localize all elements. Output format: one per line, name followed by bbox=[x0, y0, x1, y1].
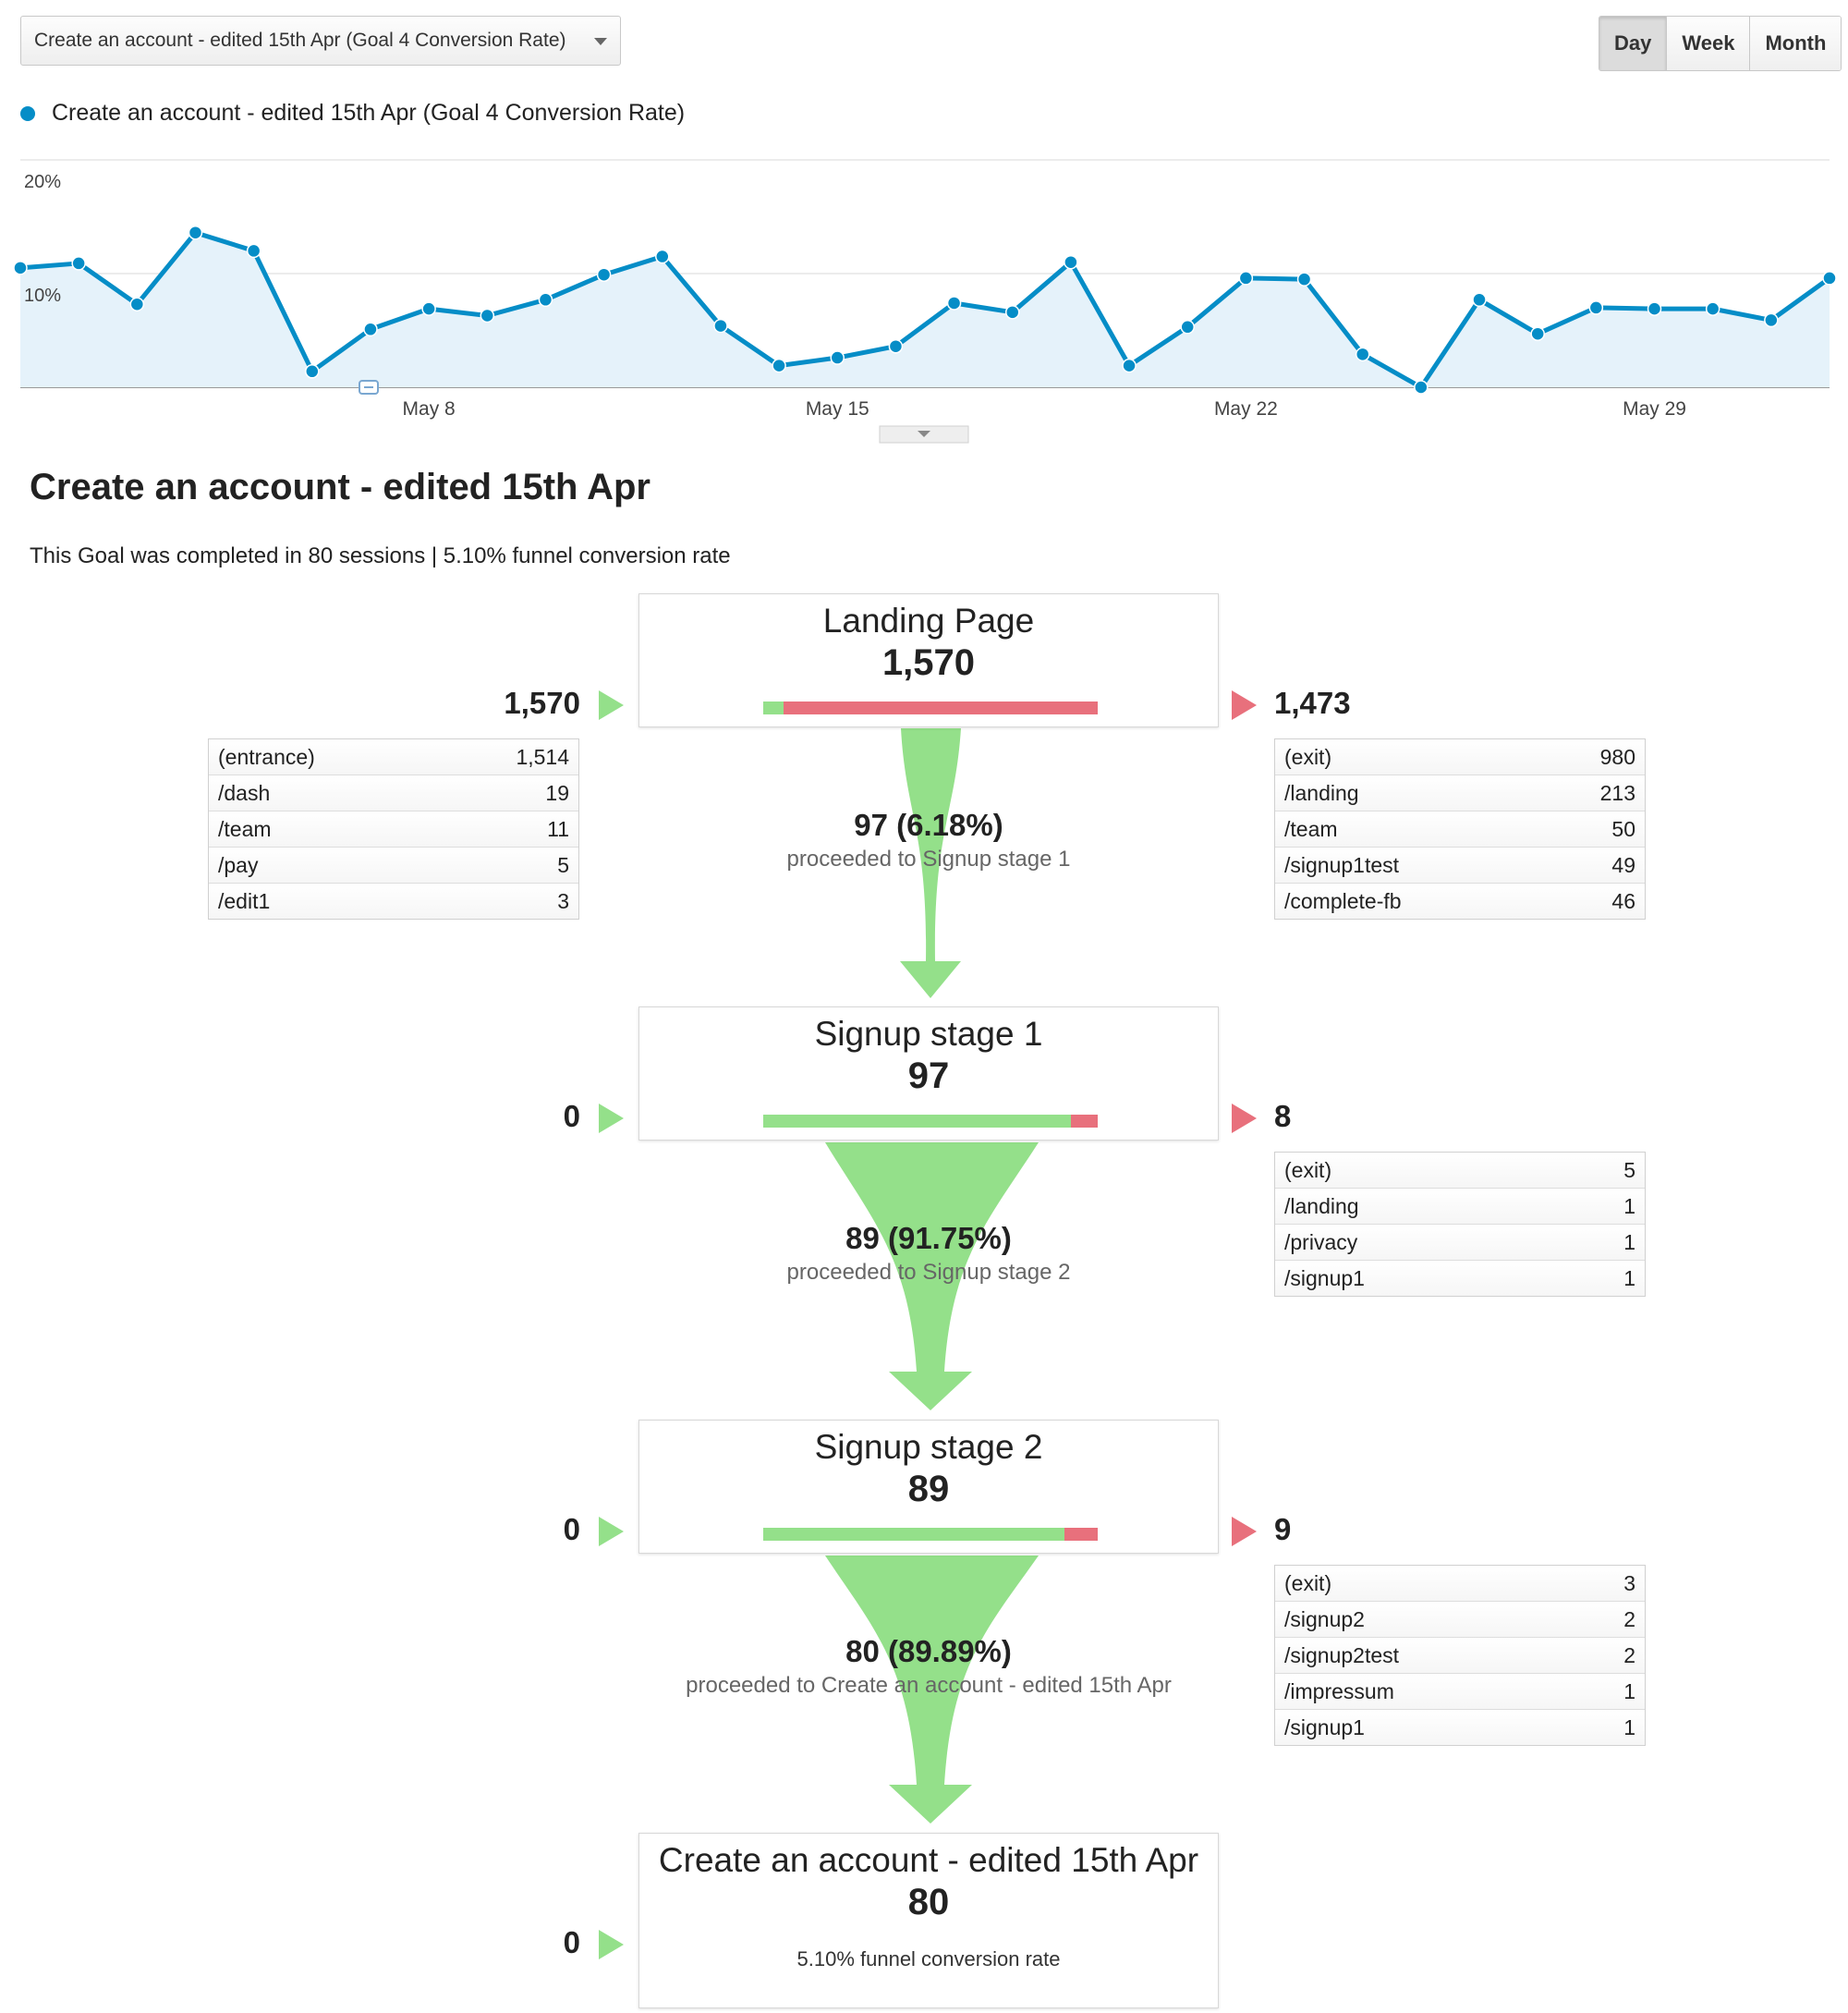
entry-arrow-icon bbox=[599, 690, 624, 720]
exit-arrow-icon bbox=[1232, 1517, 1257, 1546]
stage-name: Create an account - edited 15th Apr bbox=[658, 1841, 1199, 1879]
transition-label: proceeded to Signup stage 2 bbox=[786, 1260, 1071, 1285]
table-row[interactable]: /impressum 1 bbox=[1275, 1674, 1645, 1710]
stage-conversion-note: 5.10% funnel conversion rate bbox=[796, 1947, 1061, 1970]
table-row[interactable]: /signup1 1 bbox=[1275, 1710, 1645, 1745]
stage-value: 1,570 bbox=[881, 642, 976, 683]
stage-progress-bar bbox=[763, 702, 1098, 714]
table-row[interactable]: /team 11 bbox=[209, 811, 578, 848]
table-row[interactable]: /dash 19 bbox=[209, 775, 578, 811]
funnel-stage-signup-1[interactable]: Signup stage 1 97 bbox=[638, 1006, 1219, 1141]
stage-exit-count: 8 bbox=[1274, 1099, 1292, 1133]
funnel-stage-signup-2[interactable]: Signup stage 2 89 bbox=[638, 1420, 1219, 1554]
table-row[interactable]: /signup1 1 bbox=[1275, 1261, 1645, 1296]
table-row[interactable]: (exit) 5 bbox=[1275, 1153, 1645, 1189]
exit-arrow-icon bbox=[1232, 1104, 1257, 1133]
table-row[interactable]: /landing 1 bbox=[1275, 1189, 1645, 1225]
stage-progress-bar bbox=[763, 1528, 1098, 1541]
stage-progress-fill bbox=[763, 1528, 1064, 1541]
stage-exit-count: 9 bbox=[1274, 1512, 1292, 1546]
stage-value: 97 bbox=[907, 1055, 950, 1096]
table-row[interactable]: /pay 5 bbox=[209, 848, 578, 884]
stage-name: Landing Page bbox=[822, 602, 1035, 640]
stage-progress-bar bbox=[763, 1115, 1098, 1128]
stage-value: 89 bbox=[907, 1469, 950, 1509]
transition-count: 80 (89.89%) bbox=[845, 1634, 1012, 1668]
stage-entry-count: 0 bbox=[563, 1512, 580, 1546]
stage-progress-fill bbox=[763, 702, 784, 714]
table-row[interactable]: /complete-fb 46 bbox=[1275, 884, 1645, 919]
funnel-stage-landing-page[interactable]: Landing Page 1,570 bbox=[638, 593, 1219, 727]
stage-value: 80 bbox=[907, 1882, 950, 1922]
funnel-stage-goal[interactable]: Create an account - edited 15th Apr 80 5… bbox=[638, 1833, 1219, 2008]
transition-label: proceeded to Create an account - edited … bbox=[686, 1673, 1172, 1698]
entry-arrow-icon bbox=[599, 1517, 624, 1546]
transition-count: 89 (91.75%) bbox=[845, 1221, 1012, 1255]
table-row[interactable]: (entrance) 1,514 bbox=[209, 739, 578, 775]
stage-name: Signup stage 2 bbox=[814, 1428, 1043, 1466]
table-row[interactable]: /signup2test 2 bbox=[1275, 1638, 1645, 1674]
table-row[interactable]: /signup1test 49 bbox=[1275, 848, 1645, 884]
exit-table: (exit) 980 /landing 213 /team 50 /signup1te… bbox=[1274, 738, 1646, 920]
transition-label: proceeded to Signup stage 1 bbox=[786, 847, 1071, 872]
table-row[interactable]: /signup2 2 bbox=[1275, 1602, 1645, 1638]
table-row[interactable]: (exit) 3 bbox=[1275, 1566, 1645, 1602]
entry-arrow-icon bbox=[599, 1930, 624, 1959]
entrance-table: (entrance) 1,514 /dash 19 /team 11 /pay 5 /e… bbox=[208, 738, 579, 920]
table-row[interactable]: (exit) 980 bbox=[1275, 739, 1645, 775]
stage-exit-count: 1,473 bbox=[1274, 686, 1351, 720]
transition-count: 97 (6.18%) bbox=[854, 808, 1003, 842]
exit-arrow-icon bbox=[1232, 690, 1257, 720]
stage-entry-count: 0 bbox=[563, 1925, 580, 1959]
exit-table: (exit) 3 /signup2 2 /signup2test 2 /impress… bbox=[1274, 1565, 1646, 1746]
table-row[interactable]: /edit1 3 bbox=[209, 884, 578, 919]
stage-entry-count: 0 bbox=[563, 1099, 580, 1133]
stage-entry-count: 1,570 bbox=[504, 686, 580, 720]
table-row[interactable]: /team 50 bbox=[1275, 811, 1645, 848]
stage-progress-fill bbox=[763, 1115, 1072, 1128]
table-row[interactable]: /privacy 1 bbox=[1275, 1225, 1645, 1261]
entry-arrow-icon bbox=[599, 1104, 624, 1133]
exit-table: (exit) 5 /landing 1 /privacy 1 /signup1 1 bbox=[1274, 1152, 1646, 1297]
stage-name: Signup stage 1 bbox=[814, 1015, 1043, 1053]
table-row[interactable]: /landing 213 bbox=[1275, 775, 1645, 811]
